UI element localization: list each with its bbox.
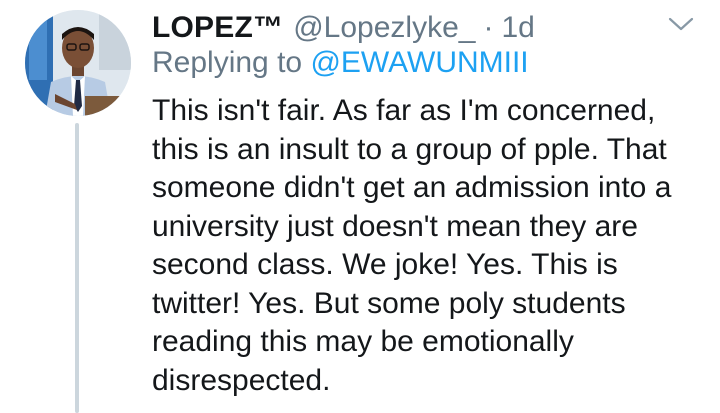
tweet-text-line: second class. We joke! Yes. This is <box>152 248 618 281</box>
avatar[interactable] <box>25 10 131 116</box>
tweet-text-line: reading this may be emotionally <box>152 325 574 358</box>
timestamp[interactable]: 1d <box>501 11 534 45</box>
tweet-header: LOPEZ™ @Lopezlyke_ · 1d <box>152 6 535 50</box>
user-handle[interactable]: @Lopezlyke_ <box>293 11 475 45</box>
separator-dot: · <box>483 11 494 44</box>
thread-line <box>75 123 79 413</box>
tweet: LOPEZ™ @Lopezlyke_ · 1d Replying to @EWA… <box>0 0 720 413</box>
tweet-text-line: university just doesn't mean they are <box>152 209 638 243</box>
display-name[interactable]: LOPEZ™ <box>152 11 283 45</box>
chevron-down-icon <box>668 17 694 31</box>
tweet-text: This isn't fair. As far as I'm concerned… <box>152 92 712 400</box>
replying-to-mention[interactable]: @EWAWUNMIII <box>310 46 528 79</box>
avatar-image <box>25 10 131 116</box>
tweet-text-line: someone didn't get an admission into a <box>152 171 672 204</box>
tweet-text-line: twitter! Yes. But some poly students <box>152 286 626 320</box>
tweet-menu-button[interactable] <box>665 12 697 36</box>
tweet-text-line: This isn't fair. As far as I'm concerned… <box>152 94 656 127</box>
replying-to: Replying to @EWAWUNMIII <box>152 46 529 80</box>
tweet-text-line: this is an insult to a group of pple. Th… <box>152 132 667 166</box>
tweet-text-line: disrespected. <box>152 363 331 397</box>
replying-prefix: Replying to <box>152 46 311 79</box>
